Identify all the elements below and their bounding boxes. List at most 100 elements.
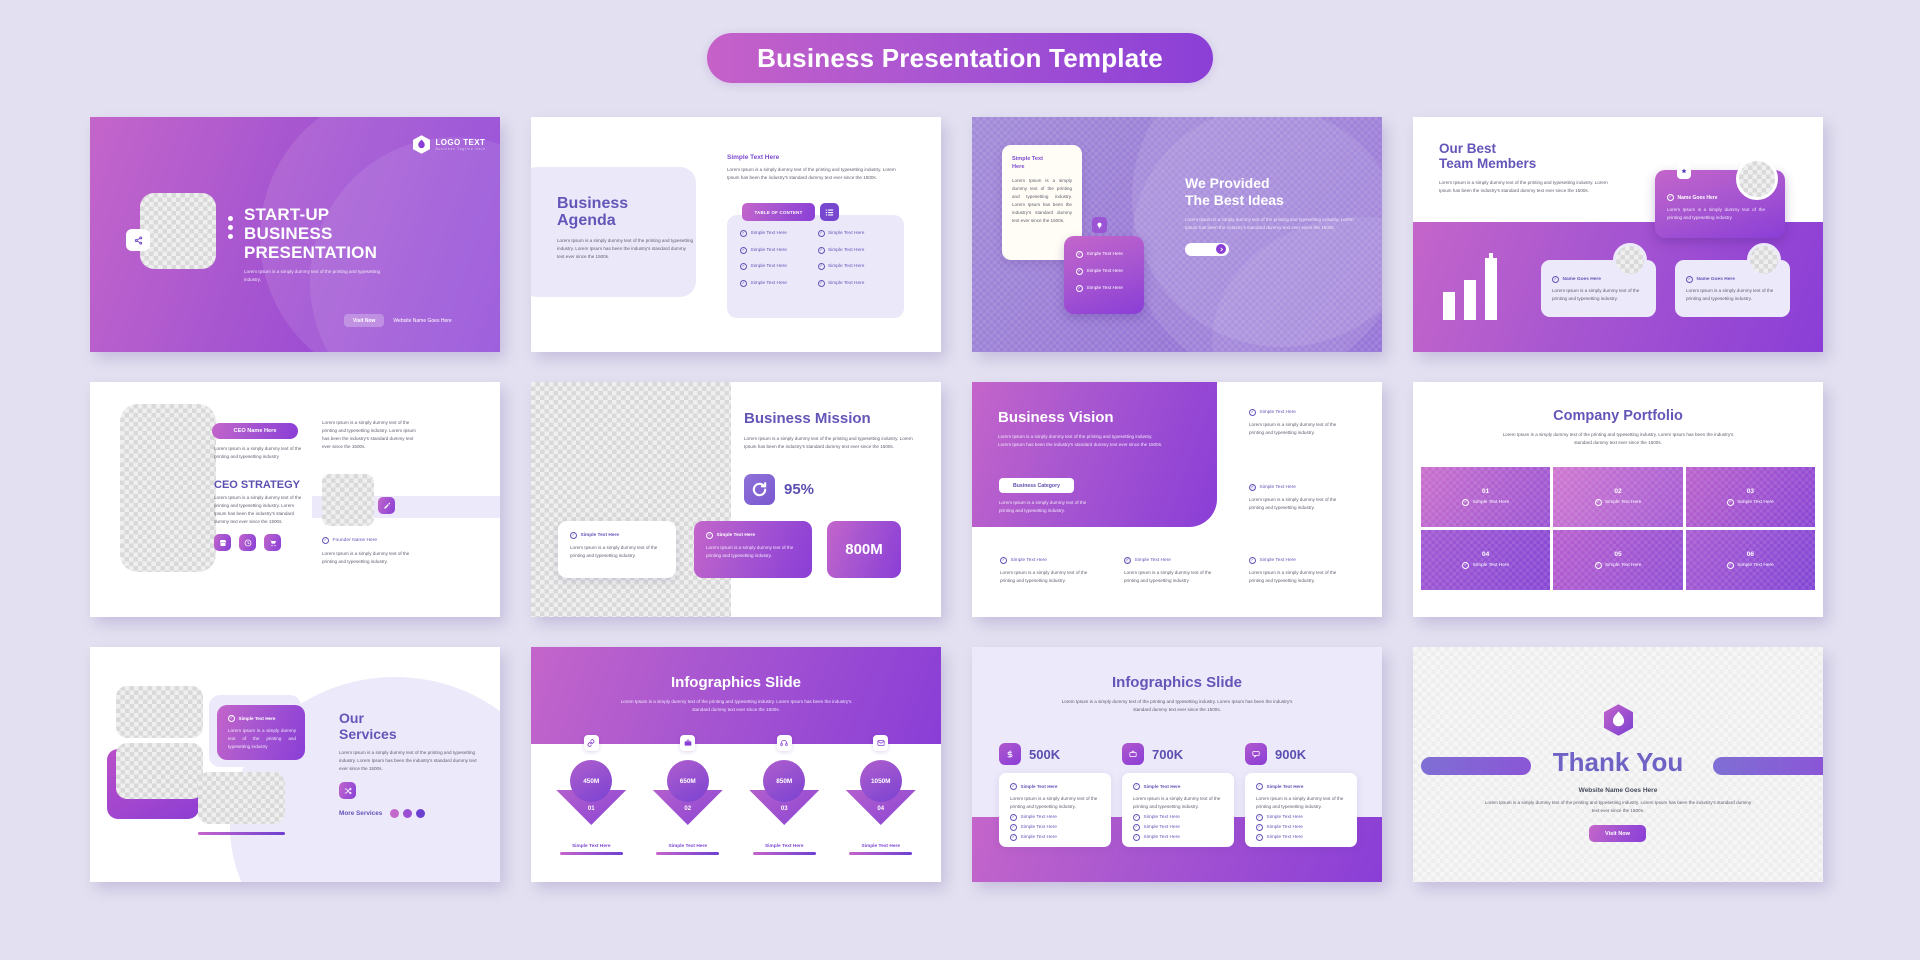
team-member-card[interactable]: ✓ Name Goes Here Lorem Ipsum is a simply… [1675,243,1790,317]
ideas-list-item[interactable]: ✓ Simple Text Here [1076,251,1132,258]
slide-ceo[interactable]: CEO Name Here Lorem Ipsum is a simply du… [90,382,500,617]
team-member-body: Lorem Ipsum is a simply dummy text of th… [1667,207,1765,221]
website-name: Website Name Goes Here [393,317,452,324]
agenda-list-item-label: Simple Text Here [828,280,865,286]
portfolio-tile-number: 04 [1482,551,1490,558]
cart-icon-button[interactable] [264,534,281,551]
agenda-list-item[interactable]: ✓ Simple Text Here [817,279,896,287]
ideas-list-item[interactable]: ✓ Simple Text Here [1076,268,1132,275]
vision-body: Lorem Ipsum is a simply dummy text of th… [998,434,1163,448]
team-member-name: Name Goes Here [1677,194,1718,201]
shuffle-icon-button[interactable] [339,782,356,800]
agenda-list-item-label: Simple Text Here [828,264,865,269]
business-category-button[interactable]: Business Category [999,478,1074,493]
slide-infographics-b[interactable]: Infographics Slide Lorem Ipsum is a simp… [972,647,1382,882]
store-icon-button[interactable] [214,534,231,551]
team-member-card[interactable]: ✓ Name Goes Here Lorem Ipsum is a simply… [1541,243,1656,317]
services-heading-1: Our [339,710,364,726]
founder-body: Lorem Ipsum is a simply dummy text of th… [322,551,410,565]
infoB-stat[interactable]: 900K ✓ Simple Text Here Lorem Ipsum is a si… [1245,743,1357,847]
check-circle-icon: ✓ [1010,824,1017,832]
title-heading-block: START-UP BUSINESS PRESENTATION Lorem Ips… [244,205,464,284]
services-underline [198,832,285,835]
portfolio-tile[interactable]: 04 ✓ Simple Text Here [1421,530,1551,590]
ideas-card-title-1: Simple Text [1012,156,1043,162]
infoA-item-bar [656,852,720,855]
mission-card-white[interactable]: ✓ Simple Text Here Lorem Ipsum is a simp… [558,521,676,578]
portfolio-tile[interactable]: 02 ✓ Simple Text Here [1553,467,1683,527]
list-view-icon-button[interactable] [820,203,839,221]
check-circle-icon: ✓ [1076,285,1083,292]
ideas-card-body: Lorem Ipsum is a simply dummy text of th… [1012,178,1072,224]
clock-icon-button[interactable] [239,534,256,551]
infoA-item[interactable]: 650M 02 Simple Text Here [640,735,737,855]
infoB-card[interactable]: ✓ Simple Text Here Lorem Ipsum is a simply… [1122,773,1234,847]
infoB-stat[interactable]: 700K ✓ Simple Text Here Lorem Ipsum is a si… [1122,743,1234,847]
infoB-bullet: ✓ Simple Text Here [1256,834,1346,842]
share-icon-button[interactable] [126,229,150,251]
infoB-card-body: Lorem Ipsum is a simply dummy text of th… [1010,796,1098,810]
slide-vision[interactable]: Business Vision Lorem Ipsum is a simply … [972,382,1382,617]
mission-card-purple[interactable]: ✓ Simple Text Here Lorem Ipsum is a simp… [694,521,812,578]
table-of-content-button[interactable]: TABLE OF CONTENT [742,203,815,221]
agenda-list-item[interactable]: ✓ Simple Text Here [817,246,896,254]
slide-title[interactable]: LOGO TEXT Business Tagline Here START-UP… [90,117,500,352]
portfolio-tile[interactable]: 03 ✓ Simple Text Here [1685,467,1815,527]
visit-now-button[interactable]: Visit Now [344,314,385,327]
infoB-card[interactable]: ✓ Simple Text Here Lorem Ipsum is a simply… [999,773,1111,847]
ceo-badge-body: Lorem Ipsum is a simply dummy text of th… [214,446,302,460]
check-circle-icon: ✓ [1124,557,1131,564]
slide-infographics-a[interactable]: Infographics Slide Lorem Ipsum is a simp… [531,647,941,882]
more-services-dots[interactable] [390,809,426,819]
logo: LOGO TEXT Business Tagline Here [413,135,486,154]
slide-team[interactable]: Our Best Team Members Lorem Ipsum is a s… [1413,117,1823,352]
mission-body: Lorem Ipsum is a simply dummy text of th… [744,436,913,450]
slide-agenda[interactable]: Business Agenda Lorem Ipsum is a simply … [531,117,941,352]
check-circle-icon: ✓ [570,532,577,539]
services-card[interactable]: ✓ Simple Text Here Lorem Ipsum is a simp… [217,705,305,760]
ceo-image-placeholder [120,404,216,572]
thankyou-website: Website Name Goes Here [1578,787,1658,794]
portfolio-tile[interactable]: 05 ✓ Simple Text Here [1553,530,1683,590]
check-circle-icon: ✓ [1667,194,1674,201]
next-toggle-button[interactable] [1185,242,1229,256]
slide-services[interactable]: ✓ Simple Text Here Lorem Ipsum is a simp… [90,647,500,882]
agenda-list-item[interactable]: ✓ Simple Text Here [817,230,896,237]
ideas-list-item[interactable]: ✓ Simple Text Here [1076,285,1132,292]
infoB-bullet: ✓ Simple Text Here [1133,834,1223,842]
infoA-item-bar [559,852,623,855]
logo-subtext: Business Tagline Here [435,147,486,151]
title-body: Lorem Ipsum is a simply dummy text of th… [244,269,381,283]
infoA-item[interactable]: 1050M 04 Simple Text Here [833,735,930,855]
team-body: Lorem Ipsum is a simply dummy text of th… [1439,179,1608,193]
check-circle-icon: ✓ [1010,814,1017,822]
ideas-list-item-label: Simple Text Here [1086,269,1123,274]
edit-icon-button[interactable] [378,497,395,514]
infoB-bullet-label: Simple Text Here [1266,815,1303,821]
agenda-list-item[interactable]: ✓ Simple Text Here [740,279,818,287]
thankyou-visit-button[interactable]: Visit Now [1589,825,1646,842]
infoA-item-value: 650M [679,777,696,785]
agenda-list: ✓ Simple Text Here ✓ Simple Text Here ✓ Simpl… [740,230,895,287]
infoA-item[interactable]: 850M 03 Simple Text Here [736,735,833,855]
infoB-stat[interactable]: 500K ✓ Simple Text Here Lorem Ipsum is a si… [999,743,1111,847]
portfolio-tile[interactable]: 01 ✓ Simple Text Here [1421,467,1551,527]
portfolio-tile-number: 06 [1746,551,1754,558]
infoA-item[interactable]: 450M 01 Simple Text Here [543,735,640,855]
slide-best-ideas[interactable]: Simple Text Here Lorem Ipsum is a simply… [972,117,1382,352]
team-member-featured[interactable]: ✓ Name Goes Here Lorem Ipsum is a simply… [1655,158,1785,238]
agenda-list-item[interactable]: ✓ Simple Text Here [740,230,818,237]
infoB-card[interactable]: ✓ Simple Text Here Lorem Ipsum is a simply… [1245,773,1357,847]
agenda-list-item[interactable]: ✓ Simple Text Here [740,263,818,270]
agenda-list-item[interactable]: ✓ Simple Text Here [817,263,896,270]
dollar-icon [999,743,1021,765]
check-circle-icon: ✓ [1256,814,1263,822]
agenda-list-item[interactable]: ✓ Simple Text Here [740,246,818,254]
vision-item: ✓ Simple Text Here Lorem Ipsum is a simp… [1249,409,1349,437]
vision-title: Business Vision [998,409,1114,426]
bulb-icon-button[interactable] [1092,217,1107,233]
slide-thank-you[interactable]: Thank You Website Name Goes Here Lorem I… [1413,647,1823,882]
slide-mission[interactable]: Business Mission Lorem Ipsum is a simply… [531,382,941,617]
portfolio-tile[interactable]: 06 ✓ Simple Text Here [1685,530,1815,590]
slide-portfolio[interactable]: Company Portfolio Lorem Ipsum is a simpl… [1413,382,1823,617]
